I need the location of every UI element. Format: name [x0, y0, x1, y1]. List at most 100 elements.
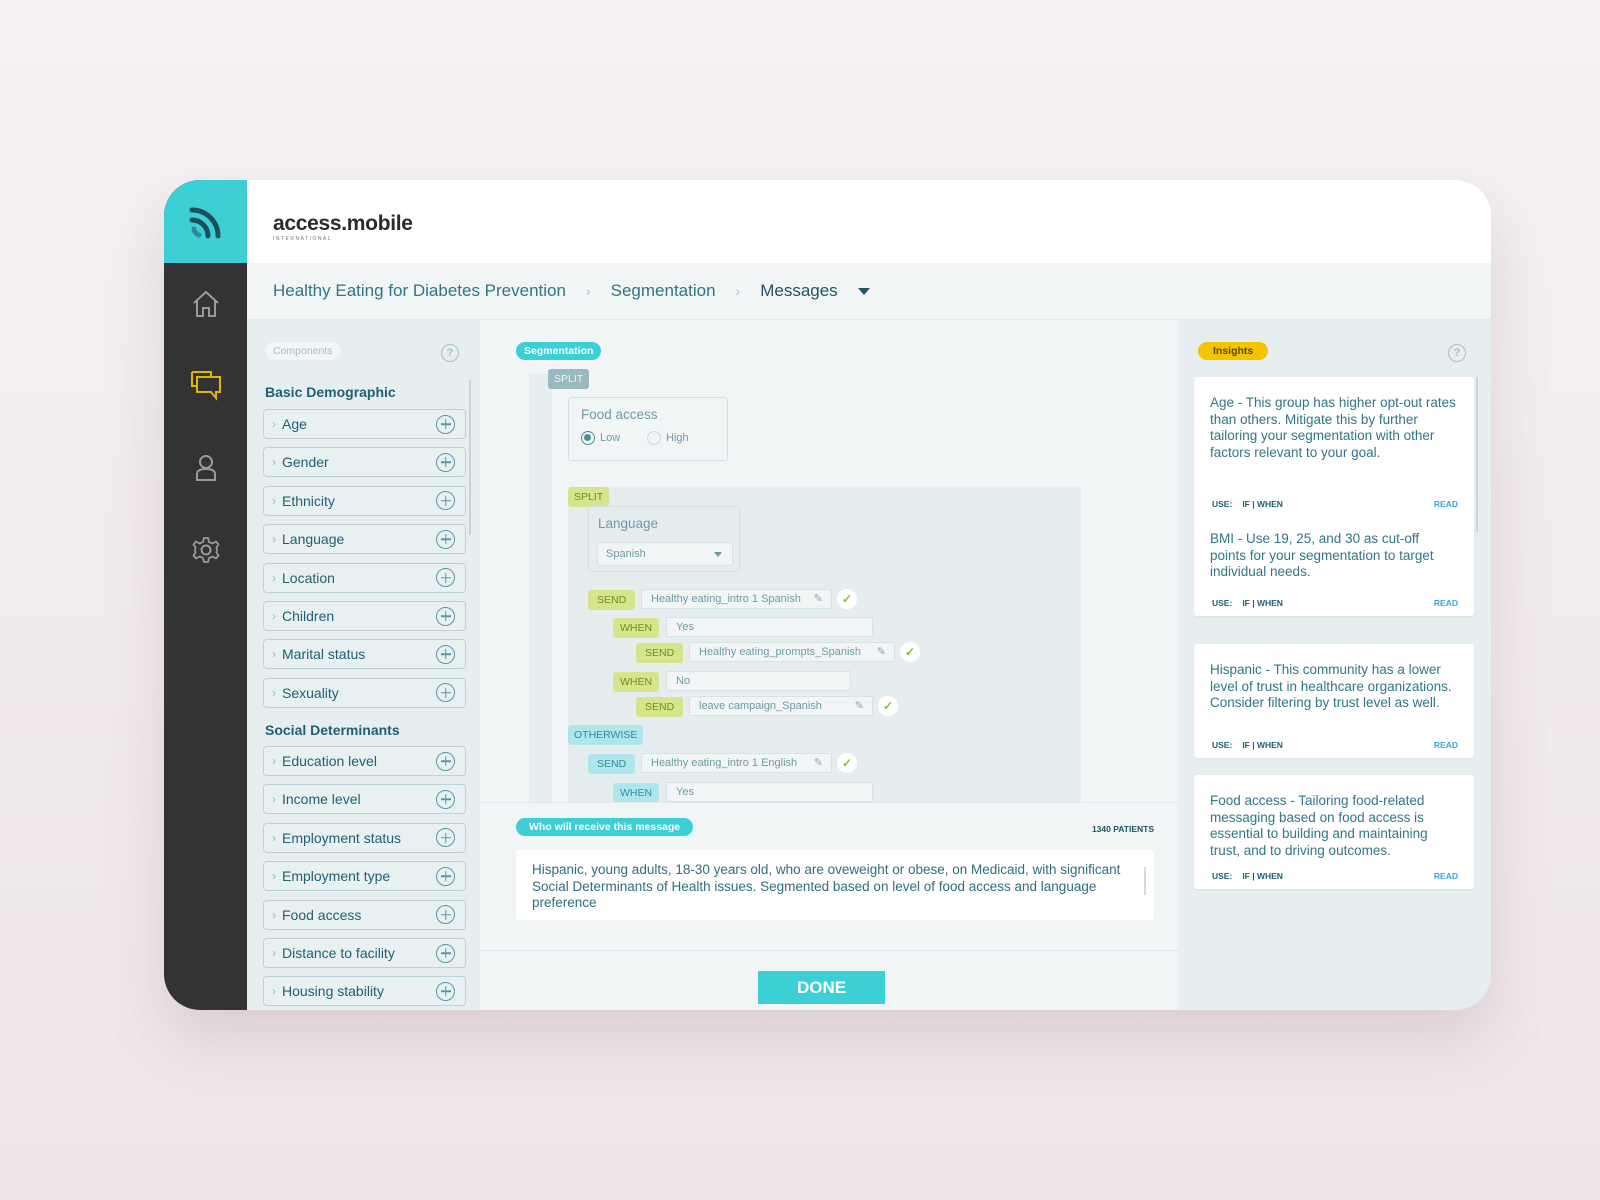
send-message-field[interactable]: Healthy eating_intro 1 English ✎ [641, 753, 832, 773]
components-scrollbar[interactable] [469, 380, 471, 535]
component-item[interactable]: › Employment type [263, 861, 466, 892]
check-icon: ✓ [837, 753, 857, 773]
add-circle-icon[interactable] [436, 491, 455, 511]
component-label: Location [282, 569, 335, 586]
insight-read-link[interactable]: READ [1434, 740, 1458, 750]
component-item[interactable]: › Marital status [263, 639, 466, 670]
component-item[interactable]: › Employment status [263, 822, 466, 853]
gear-icon [192, 537, 219, 563]
components-panel: Components ? Basic Demographic › Age › Gend… [247, 320, 480, 1010]
add-circle-icon[interactable] [436, 789, 455, 809]
check-icon: ✓ [878, 696, 898, 716]
insights-scrollbar[interactable] [1476, 377, 1478, 532]
section-basic-demographic: Basic Demographic [265, 384, 396, 400]
add-circle-icon[interactable] [436, 943, 455, 963]
segmentation-canvas: Segmentation SPLIT Food access Low High … [480, 320, 1178, 803]
breadcrumb-messages[interactable]: Messages [760, 281, 837, 301]
breadcrumb: Healthy Eating for Diabetes Prevention ›… [247, 263, 1491, 320]
insights-help-icon[interactable]: ? [1448, 344, 1466, 362]
chevron-right-icon: › [272, 830, 276, 845]
add-circle-icon[interactable] [436, 414, 455, 434]
breadcrumb-segmentation[interactable]: Segmentation [611, 281, 716, 301]
add-circle-icon[interactable] [436, 644, 455, 664]
component-item[interactable]: › Food access [263, 899, 466, 930]
component-item[interactable]: › Language [263, 524, 466, 555]
add-circle-icon[interactable] [436, 981, 455, 1001]
send-tag: SEND [588, 590, 636, 610]
add-circle-icon[interactable] [436, 606, 455, 626]
radio-high[interactable] [647, 431, 661, 445]
add-circle-icon[interactable] [436, 568, 455, 588]
components-help-icon[interactable]: ? [441, 344, 459, 362]
nav-settings[interactable] [164, 530, 247, 570]
add-circle-icon[interactable] [436, 751, 455, 771]
language-title: Language [598, 516, 659, 531]
edit-icon[interactable]: ✎ [877, 645, 886, 658]
component-item[interactable]: › Sexuality [263, 677, 466, 708]
insight-conditions[interactable]: IF | WHEN [1242, 598, 1283, 608]
edit-icon[interactable]: ✎ [814, 756, 823, 769]
edit-icon[interactable]: ✎ [855, 699, 864, 712]
insight-read-link[interactable]: READ [1434, 499, 1458, 509]
food-access-low-option[interactable]: Low [581, 431, 620, 445]
component-item[interactable]: › Location [263, 562, 466, 593]
radio-low[interactable] [581, 431, 595, 445]
send-message-field[interactable]: Healthy eating_intro 1 Spanish ✎ [641, 589, 832, 609]
send-message-field[interactable]: Healthy eating_prompts_Spanish ✎ [689, 642, 895, 662]
brand: access.mobile INTERNATIONAL [273, 212, 413, 242]
food-access-high-option[interactable]: High [647, 431, 689, 445]
chevron-right-icon: › [272, 570, 276, 585]
app-logo[interactable] [164, 180, 247, 263]
breadcrumb-separator: › [735, 283, 741, 299]
chevron-right-icon: › [272, 493, 276, 508]
add-circle-icon[interactable] [436, 905, 455, 925]
add-circle-icon[interactable] [436, 828, 455, 848]
breadcrumb-campaign[interactable]: Healthy Eating for Diabetes Prevention [273, 281, 566, 301]
chevron-right-icon: › [272, 685, 276, 700]
component-item[interactable]: › Housing stability [263, 976, 466, 1007]
brand-subtitle: INTERNATIONAL [273, 236, 333, 242]
component-item[interactable]: › Ethnicity [263, 485, 466, 516]
breadcrumb-separator: › [585, 283, 591, 299]
component-item[interactable]: › Distance to facility [263, 938, 466, 968]
edit-icon[interactable]: ✎ [814, 592, 823, 605]
nav-messages[interactable] [164, 365, 247, 405]
when-condition-value: Yes [676, 621, 694, 633]
component-item[interactable]: › Gender [263, 447, 466, 478]
insight-text: Food access - Tailoring food-related mes… [1210, 793, 1428, 858]
description-scrollbar[interactable] [1144, 867, 1146, 895]
add-circle-icon[interactable] [436, 452, 455, 472]
language-select[interactable]: Spanish [597, 542, 733, 566]
insight-conditions[interactable]: IF | WHEN [1242, 499, 1283, 509]
breadcrumb-dropdown-icon[interactable] [857, 287, 870, 295]
nav-home[interactable] [164, 284, 247, 324]
send-tag: SEND [636, 643, 684, 663]
nav-profile[interactable] [164, 448, 247, 488]
chevron-right-icon: › [272, 647, 276, 662]
insight-card: Food access - Tailoring food-related mes… [1194, 775, 1474, 889]
component-item[interactable]: › Income level [263, 784, 466, 815]
add-circle-icon[interactable] [436, 866, 455, 886]
component-label: Employment status [282, 829, 402, 846]
insight-use-label: USE: [1212, 499, 1233, 509]
when-condition-field[interactable]: Yes [666, 782, 873, 802]
send-tag: SEND [636, 697, 684, 717]
insight-read-link[interactable]: READ [1434, 871, 1458, 881]
when-condition-value: Yes [676, 786, 694, 798]
when-condition-field[interactable]: Yes [666, 617, 873, 637]
component-item[interactable]: › Age [263, 409, 466, 439]
component-item[interactable]: › Children [263, 601, 466, 631]
insight-conditions[interactable]: IF | WHEN [1242, 871, 1283, 881]
add-circle-icon[interactable] [436, 683, 455, 703]
send-message-field[interactable]: leave campaign_Spanish ✎ [689, 696, 873, 716]
brand-name: access.mobile [273, 212, 413, 235]
insight-read-link[interactable]: READ [1434, 598, 1458, 608]
add-circle-icon[interactable] [436, 529, 455, 549]
user-icon [195, 455, 216, 481]
insight-conditions[interactable]: IF | WHEN [1242, 740, 1283, 750]
component-item[interactable]: › Education level [263, 746, 466, 776]
done-button[interactable]: DONE [758, 971, 885, 1004]
when-condition-field[interactable]: No [666, 671, 851, 691]
chevron-right-icon: › [272, 869, 276, 884]
recipients-description[interactable]: Hispanic, young adults, 18-30 years old,… [516, 850, 1154, 920]
